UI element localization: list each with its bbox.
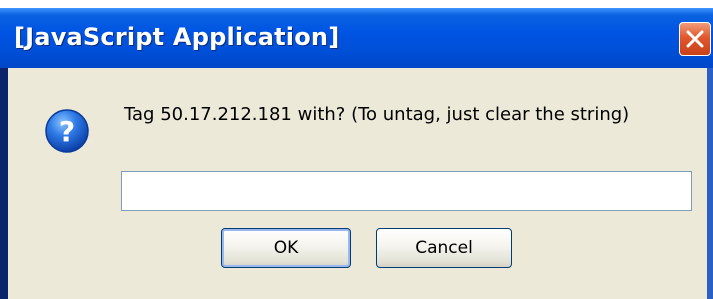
question-icon: ? [45,109,89,153]
ok-button[interactable]: OK [221,228,351,268]
tag-input[interactable] [121,171,692,211]
close-icon [686,30,704,48]
close-button[interactable] [679,22,711,56]
prompt-text: Tag 50.17.212.181 with? (To untag, just … [124,104,630,125]
window-right-border [707,68,713,299]
window-title: [JavaScript Application] [14,23,340,51]
svg-text:?: ? [59,115,75,148]
dialog-window: [JavaScript Application] ? Tag 50.17.212… [0,0,713,299]
cancel-button[interactable]: Cancel [376,228,512,268]
title-bar[interactable]: [JavaScript Application] [0,8,713,68]
window-top-edge [0,0,713,8]
